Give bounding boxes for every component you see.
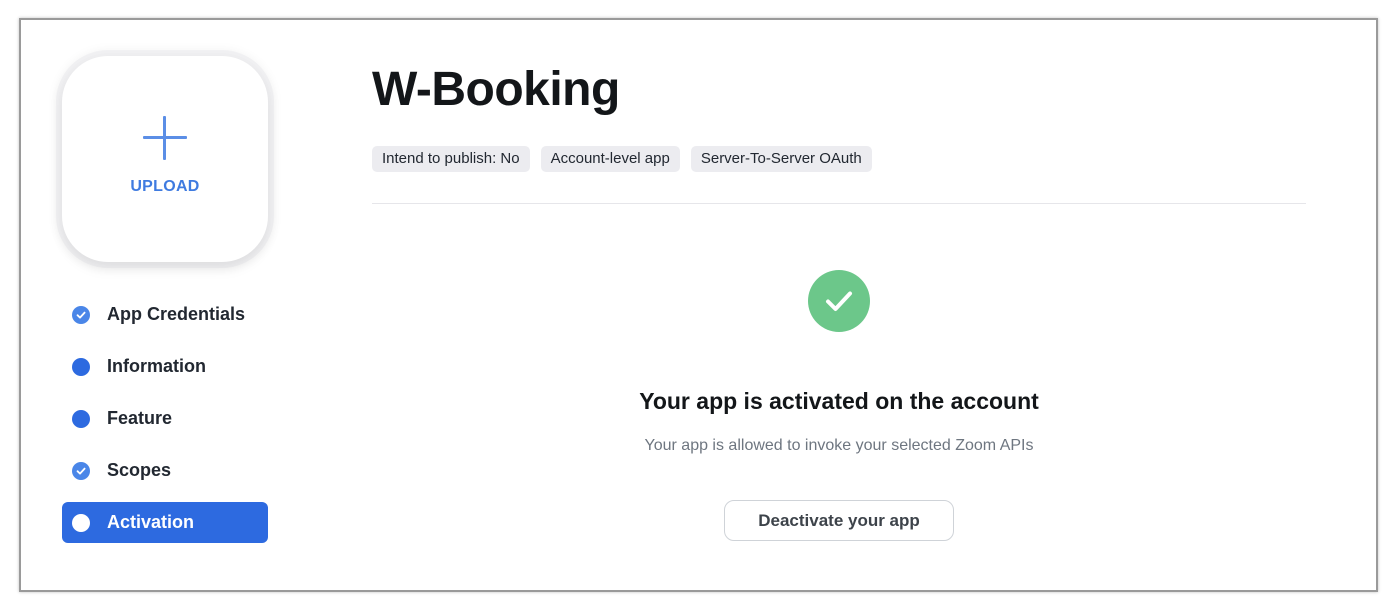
deactivate-button[interactable]: Deactivate your app [724,500,954,541]
sidebar-item-information[interactable]: Information [62,346,268,387]
tag-publish: Intend to publish: No [372,146,530,172]
dot-icon [72,357,90,376]
sidebar-item-label: Feature [107,408,173,428]
plus-icon [143,116,187,160]
status-subtitle: Your app is allowed to invoke your selec… [644,437,1034,454]
sidebar-item-label: Scopes [107,460,172,480]
sidebar-item-label: Activation [107,512,195,532]
page-title: W-Booking [372,63,620,116]
status-title: Your app is activated on the account [639,388,1039,414]
check-circle-icon [72,305,90,324]
sidebar-item-feature[interactable]: Feature [62,398,268,439]
tag-auth-type: Server-To-Server OAuth [690,146,872,172]
upload-label: UPLOAD [130,178,200,195]
sidebar-item-activation[interactable]: Activation [62,502,268,543]
sidebar-item-label: App Credentials [107,304,246,324]
dot-icon [72,409,90,428]
sidebar-item-label: Information [107,356,206,376]
sidebar-nav: App Credentials Information Feature Scop… [62,294,268,554]
app-tags: Intend to publish: No Account-level app … [372,146,872,172]
tag-app-level: Account-level app [540,146,680,172]
sidebar-item-app-credentials[interactable]: App Credentials [62,294,268,335]
upload-logo-button[interactable]: UPLOAD [62,56,268,262]
check-circle-icon [72,461,90,480]
sidebar-item-scopes[interactable]: Scopes [62,450,268,491]
dot-icon [72,513,90,532]
divider [372,203,1306,204]
check-icon [808,270,870,332]
